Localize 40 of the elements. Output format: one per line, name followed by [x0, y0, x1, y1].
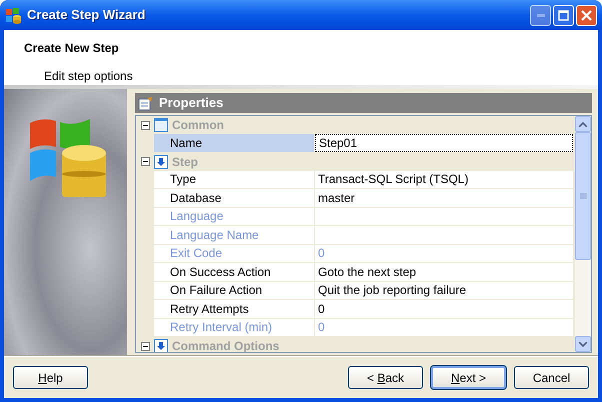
property-name[interactable]: Retry Attempts [154, 300, 315, 318]
property-name[interactable]: On Success Action [154, 263, 315, 280]
maximize-icon [558, 10, 569, 20]
window-icon [154, 118, 168, 132]
dialog-button[interactable]: Help [13, 366, 88, 389]
dialog-button[interactable]: Cancel [514, 366, 589, 389]
collapse-toggle[interactable] [140, 120, 150, 130]
close-icon [581, 10, 592, 20]
header-title: Create New Step [24, 40, 120, 57]
dialog-button[interactable]: < Back [348, 366, 423, 389]
property-value[interactable]: master [315, 189, 573, 206]
collapse-toggle[interactable] [140, 342, 150, 350]
properties-title: Properties [159, 94, 224, 112]
window-title: Create Step Wizard [27, 6, 146, 24]
scroll-thumb[interactable] [575, 132, 591, 260]
header-subtitle: Edit step options [43, 68, 134, 85]
property-value[interactable]: Step01 [315, 134, 573, 152]
property-name[interactable]: Database [154, 189, 315, 206]
app-logo-icon [5, 6, 22, 24]
properties-icon [138, 96, 154, 110]
minimize-icon [536, 14, 544, 16]
collapse-toggle[interactable] [140, 157, 150, 166]
maximize-button[interactable] [553, 4, 574, 26]
scroll-up-button[interactable] [575, 116, 591, 132]
property-value[interactable]: Quit the job reporting failure [315, 282, 573, 299]
down-arrow-icon [154, 154, 168, 168]
scroll-down-button[interactable] [575, 336, 591, 352]
category-label: Common [172, 117, 224, 134]
category-label: Step [172, 154, 198, 170]
scrollbar[interactable] [575, 116, 591, 352]
down-arrow-icon [154, 339, 168, 352]
close-button[interactable] [576, 4, 597, 26]
property-value[interactable]: Transact-SQL Script (TSQL) [315, 170, 573, 188]
property-value[interactable]: 0 [315, 300, 573, 318]
grip-icon [580, 193, 586, 199]
dialog-button[interactable]: Next > [431, 366, 506, 389]
property-name[interactable]: Type [154, 170, 315, 188]
property-name[interactable]: Name [154, 134, 315, 152]
property-value[interactable]: Goto the next step [315, 263, 573, 280]
property-name[interactable]: On Failure Action [154, 282, 315, 299]
